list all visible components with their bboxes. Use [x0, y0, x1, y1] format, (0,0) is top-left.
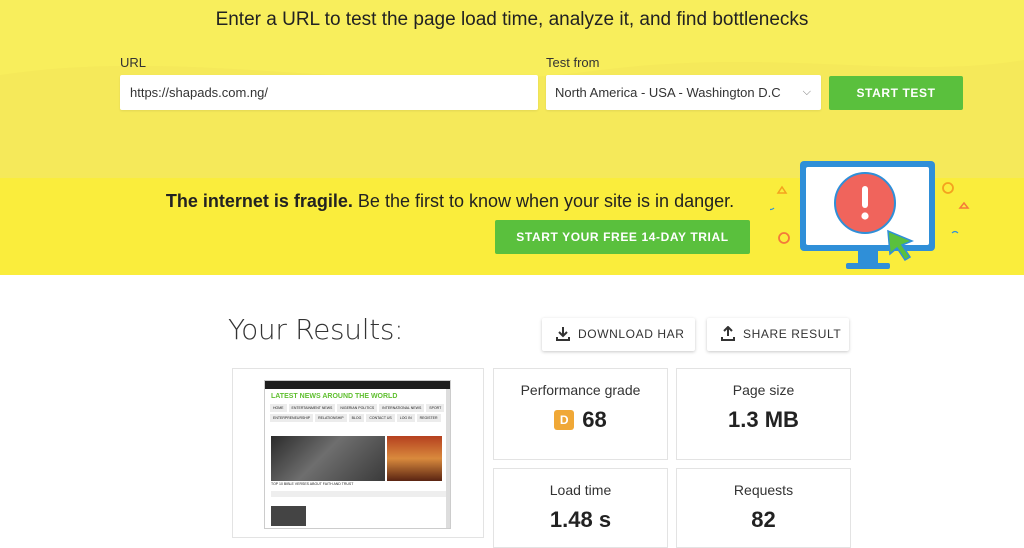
thumbnail-nav-item: INTERNATIONAL NEWS: [379, 404, 425, 412]
thumbnail-nav-item: RELATIONSHIP: [315, 414, 347, 422]
start-test-button[interactable]: START TEST: [829, 76, 963, 110]
thumbnail-scrollbar: [446, 389, 450, 528]
page-size-label: Page size: [732, 382, 795, 398]
share-result-button[interactable]: SHARE RESULT: [707, 318, 849, 351]
grade-badge: D: [554, 410, 575, 430]
thumbnail-nav-item: ENTERTAINMENT NEWS: [288, 404, 336, 412]
download-har-label: DOWNLOAD HAR: [578, 327, 685, 341]
load-time-value: 1.48 s: [549, 507, 612, 532]
thumbnail-nav-item: SPORT: [426, 404, 445, 412]
share-result-label: SHARE RESULT: [743, 327, 842, 341]
test-from-value: North America - USA - Washington D.C: [555, 85, 781, 100]
performance-grade-card: Performance grade D 68: [493, 368, 668, 460]
promo-text-bold: The internet is fragile.: [165, 191, 353, 211]
thumbnail-nav-item: ENTERPRENEURSHIP: [270, 414, 314, 422]
promo-text: The internet is fragile. Be the first to…: [0, 191, 900, 212]
thumbnail-nav-item: CONTACT US: [366, 414, 395, 422]
requests-value: 82: [751, 507, 776, 532]
load-time-card: Load time 1.48 s: [493, 468, 668, 548]
results-title: Your Results:: [228, 313, 404, 346]
download-har-button[interactable]: DOWNLOAD HAR: [542, 318, 695, 351]
thumbnail-nav-item: BLOG: [348, 414, 365, 422]
requests-card: Requests 82: [676, 468, 851, 548]
test-from-select[interactable]: North America - USA - Washington D.C ⌵: [546, 75, 821, 110]
performance-grade-score: 68: [582, 407, 607, 432]
page-screenshot: LATEST NEWS AROUND THE WORLD HOME ENTERT…: [264, 380, 451, 529]
thumbnail-hero-image: [271, 436, 385, 481]
thumbnail-strip: [271, 491, 446, 497]
thumbnail-nav: HOME ENTERTAINMENT NEWS NIGERIAN POLITIC…: [265, 400, 450, 426]
thumbnail-nav-item: REGISTER: [416, 414, 441, 422]
url-label: URL: [120, 55, 147, 70]
chevron-down-icon: ⌵: [802, 86, 811, 98]
hero-title: Enter a URL to test the page load time, …: [215, 9, 809, 30]
thumbnail-headline: LATEST NEWS AROUND THE WORLD: [271, 393, 398, 400]
start-trial-button[interactable]: START YOUR FREE 14-DAY TRIAL: [495, 220, 750, 254]
page-size-value: 1.3 MB: [728, 407, 799, 432]
download-icon: [556, 327, 570, 341]
monitor-alert-illustration: [770, 161, 970, 269]
hero-section: Enter a URL to test the page load time, …: [0, 0, 1024, 178]
page-size-card: Page size 1.3 MB: [676, 368, 851, 460]
thumbnail-caption: TOP 10 BIBLE VERSES ABOUT FAITH AND TRUS…: [271, 482, 354, 486]
thumbnail-side-image: [387, 436, 442, 481]
performance-grade-label: Performance grade: [520, 382, 641, 398]
requests-label: Requests: [733, 482, 794, 498]
performance-grade-value: D 68: [494, 407, 667, 433]
promo-banner: The internet is fragile. Be the first to…: [0, 161, 1024, 275]
share-icon: [721, 326, 735, 341]
url-input[interactable]: [120, 75, 538, 110]
thumbnail-nav-item: HOME: [270, 404, 287, 412]
promo-text-rest: Be the first to know when your site is i…: [352, 191, 735, 211]
thumbnail-nav-item: LOG IN: [396, 414, 415, 422]
thumbnail-row-image: [271, 506, 306, 526]
thumbnail-topbar: [265, 381, 450, 389]
load-time-label: Load time: [549, 482, 612, 498]
thumbnail-nav-item: NIGERIAN POLITICS: [337, 404, 378, 412]
test-from-label: Test from: [546, 55, 600, 70]
